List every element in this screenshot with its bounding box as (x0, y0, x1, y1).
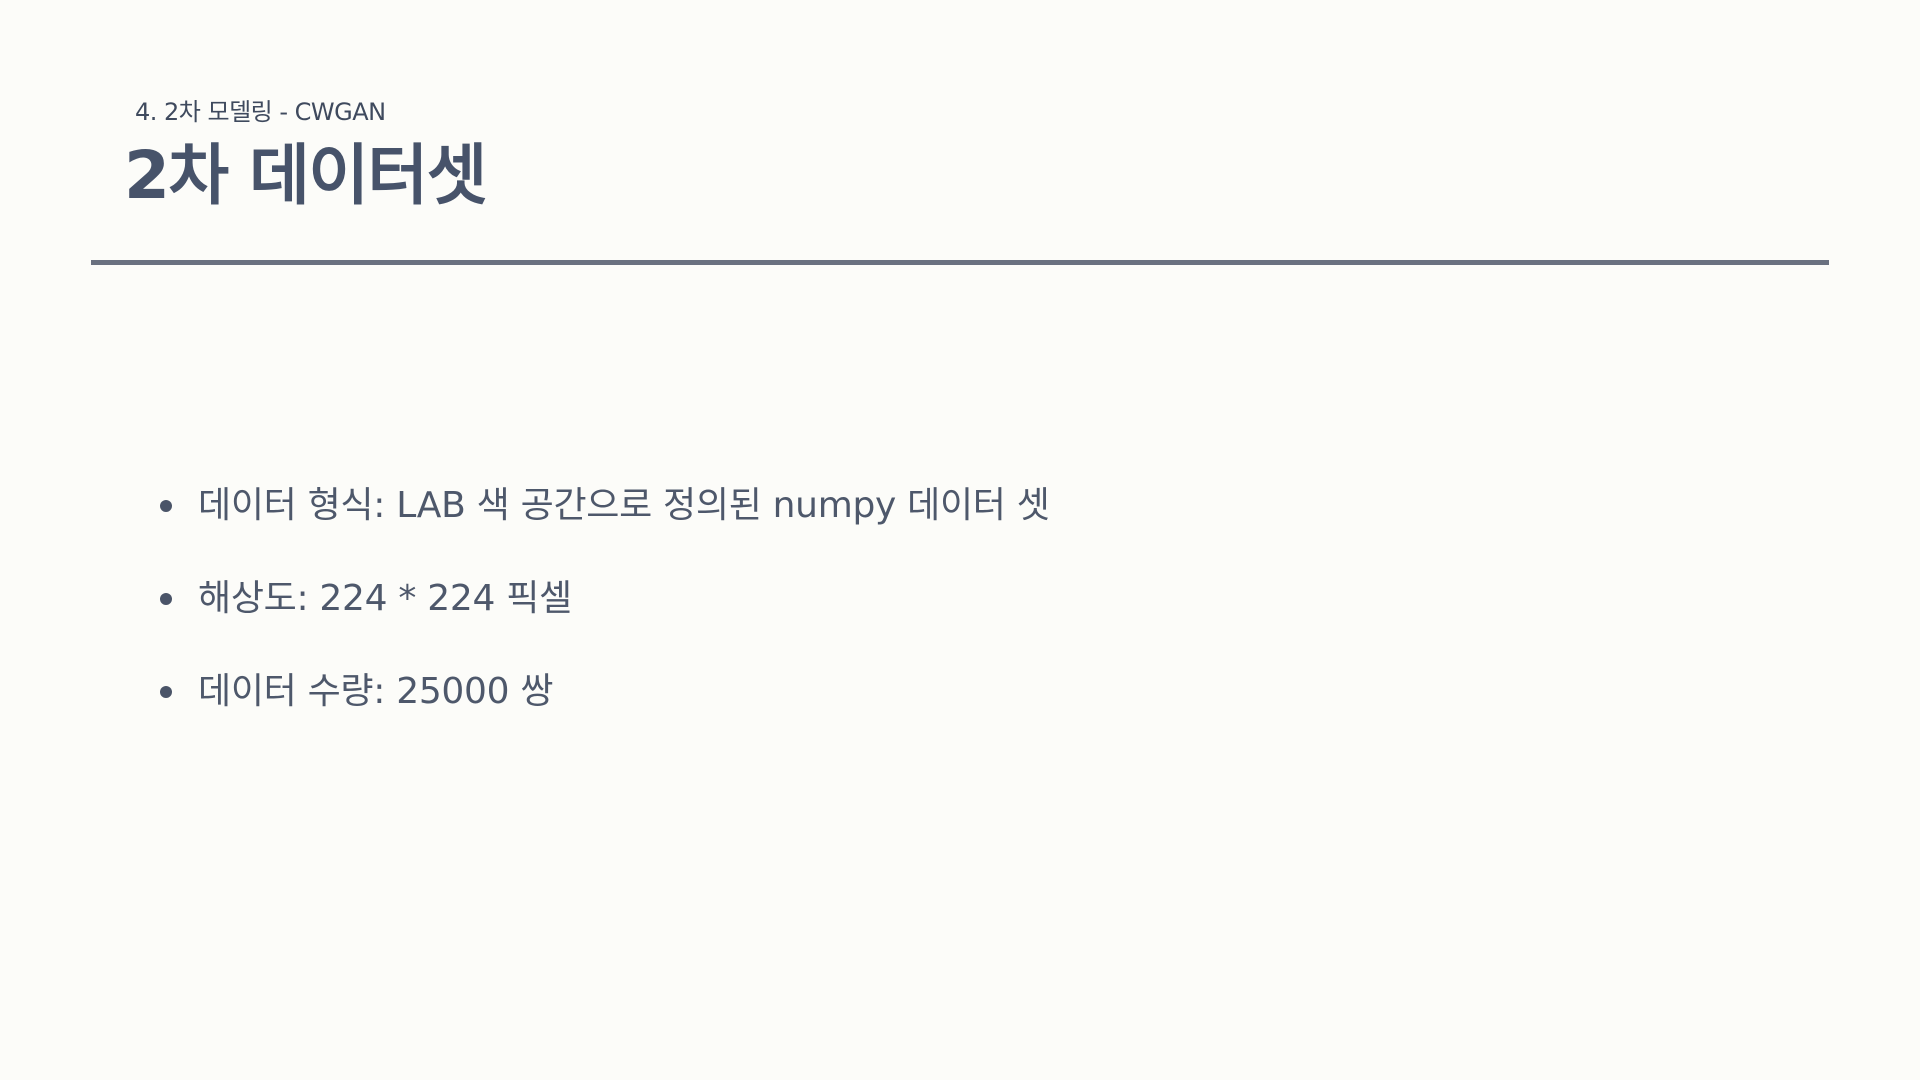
title-divider (91, 260, 1829, 265)
list-item: 데이터 수량: 25000 쌍 (160, 664, 1050, 757)
bullet-text-data-count: 데이터 수량: 25000 쌍 (198, 671, 554, 712)
list-item: 해상도: 224 * 224 픽셀 (160, 571, 1050, 664)
bullet-icon (160, 593, 172, 605)
bullet-icon (160, 500, 172, 512)
bullet-list: 데이터 형식: LAB 색 공간으로 정의된 numpy 데이터 셋 해상도: … (160, 478, 1050, 757)
section-label: 4. 2차 모델링 - CWGAN (135, 98, 386, 126)
bullet-text-resolution: 해상도: 224 * 224 픽셀 (198, 578, 572, 619)
slide: 4. 2차 모델링 - CWGAN 2차 데이터셋 데이터 형식: LAB 색 … (0, 0, 1920, 1080)
list-item: 데이터 형식: LAB 색 공간으로 정의된 numpy 데이터 셋 (160, 478, 1050, 571)
page-title: 2차 데이터셋 (124, 137, 488, 214)
bullet-icon (160, 686, 172, 698)
bullet-text-data-format: 데이터 형식: LAB 색 공간으로 정의된 numpy 데이터 셋 (198, 485, 1050, 526)
